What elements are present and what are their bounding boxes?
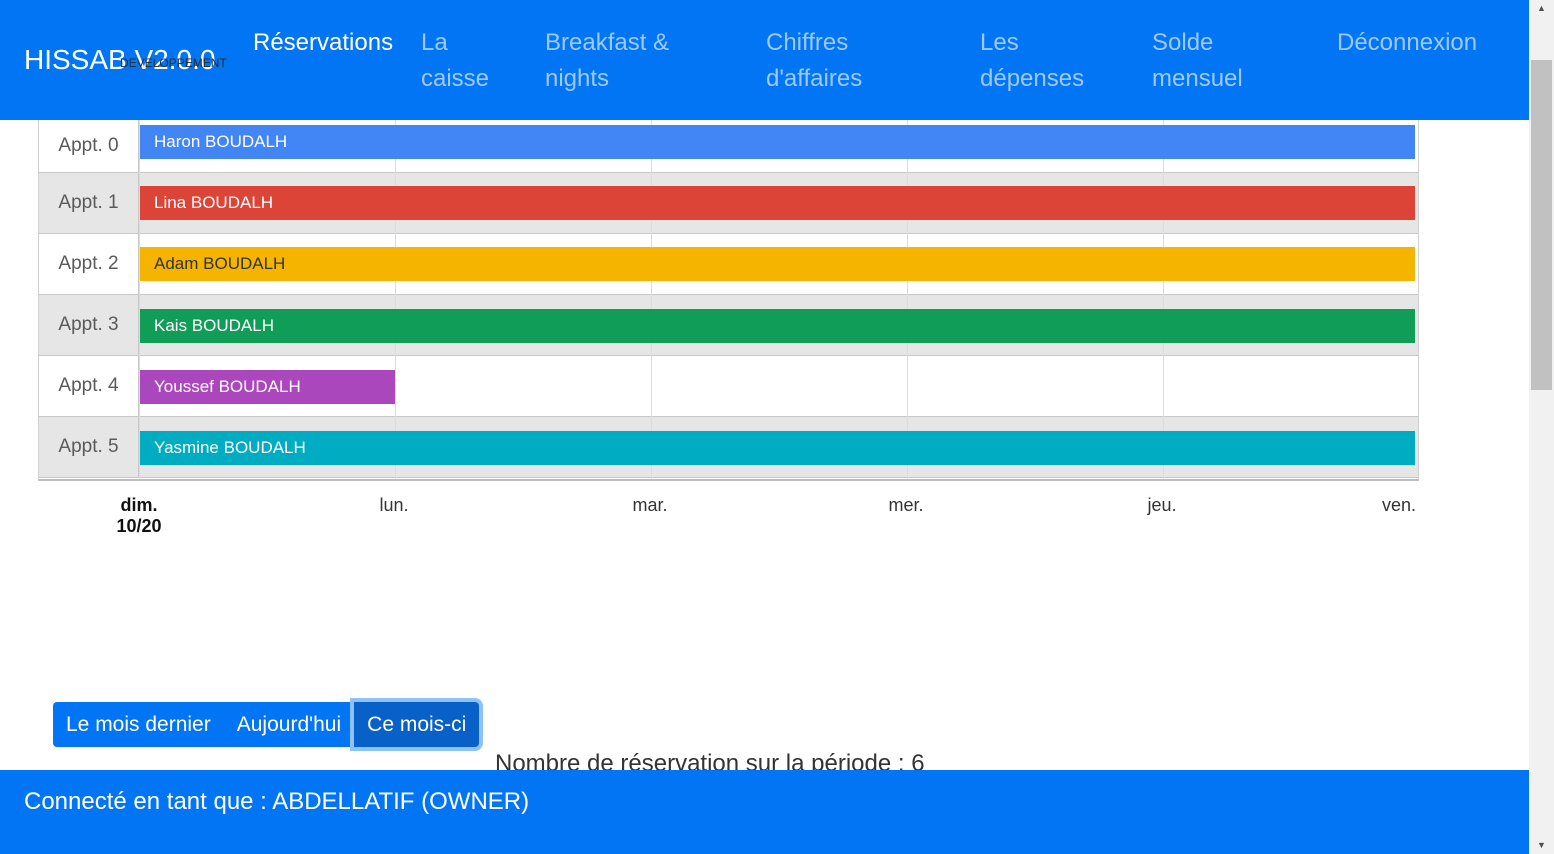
reservation-bar[interactable]: Haron BOUDALH (140, 125, 1415, 159)
axis-day-label: mar. (632, 495, 668, 515)
apartment-label: Appt. 1 (39, 173, 139, 233)
axis-first-day-date: 10/20 (116, 516, 162, 536)
apartment-label: Appt. 2 (39, 234, 139, 294)
apartment-label: Appt. 5 (39, 417, 139, 477)
nav-reservations[interactable]: Réservations (253, 25, 413, 61)
reservation-bar[interactable]: Lina BOUDALH (140, 186, 1415, 220)
day-gridline (395, 111, 396, 479)
nav-depenses[interactable]: Les dépenses (980, 25, 1110, 97)
nav-chiffres-affaires[interactable]: Chiffres d'affaires (766, 25, 896, 97)
axis-day-label: mer. (888, 495, 924, 515)
axis-day-label: ven. (1381, 495, 1417, 515)
axis-first-day: dim. 10/20 (116, 495, 161, 537)
brand-environment-label: DEVELOPPEMENT (120, 56, 227, 70)
top-navbar: HISSAB V2.0.0 DEVELOPPEMENT Réservations… (0, 0, 1529, 120)
reservation-bar[interactable]: Youssef BOUDALH (140, 370, 395, 404)
axis-day-label: jeu. (1147, 495, 1177, 515)
reservation-bar[interactable]: Adam BOUDALH (140, 247, 1415, 281)
nav-solde-mensuel[interactable]: Solde mensuel (1152, 25, 1262, 97)
axis-day-label: lun. (379, 495, 409, 515)
reservation-bar[interactable]: Yasmine BOUDALH (140, 431, 1415, 465)
apartment-label: Appt. 0 (39, 111, 139, 172)
period-button-group: Le mois dernier Aujourd'hui Ce mois-ci (53, 702, 480, 747)
today-button[interactable]: Aujourd'hui (223, 702, 355, 747)
apartment-label: Appt. 4 (39, 356, 139, 416)
page-scrollbar[interactable]: ▲ ▼ (1529, 0, 1554, 854)
day-gridline (139, 111, 140, 479)
apartment-label: Appt. 3 (39, 295, 139, 355)
scroll-down-arrow-icon[interactable]: ▼ (1529, 837, 1554, 854)
reservation-bar[interactable]: Kais BOUDALH (140, 309, 1415, 343)
day-gridline (651, 111, 652, 479)
reservation-timeline: Appt. 0 Appt. 1 Appt. 2 Appt. 3 Appt. 4 … (38, 111, 1419, 481)
last-month-button[interactable]: Le mois dernier (53, 702, 224, 747)
connected-user-text: Connecté en tant que : ABDELLATIF (OWNER… (24, 788, 530, 815)
axis-first-day-name: dim. (120, 495, 158, 515)
this-month-button[interactable]: Ce mois-ci (354, 702, 480, 747)
nav-deconnexion[interactable]: Déconnexion (1337, 25, 1507, 61)
nav-la-caisse[interactable]: La caisse (421, 25, 511, 97)
day-gridline (907, 111, 908, 479)
scroll-up-arrow-icon[interactable]: ▲ (1529, 0, 1554, 17)
footer-bar: Connecté en tant que : ABDELLATIF (OWNER… (0, 770, 1529, 854)
day-gridline (1163, 111, 1164, 479)
scrollbar-thumb[interactable] (1531, 60, 1552, 390)
nav-breakfast-nights[interactable]: Breakfast & nights (545, 25, 695, 97)
